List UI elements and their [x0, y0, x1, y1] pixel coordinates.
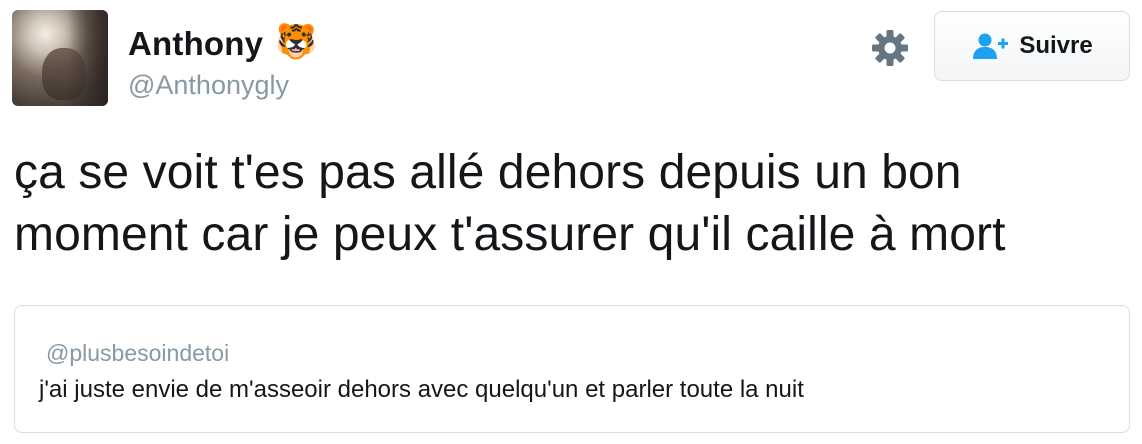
tweet-text: ça se voit t'es pas allé dehors depuis u…: [14, 146, 1006, 261]
tiger-emoji-icon: 🐯: [275, 23, 318, 61]
author-handle[interactable]: @Anthonygly: [128, 68, 289, 102]
add-user-icon: [973, 33, 1009, 59]
quoted-tweet-handle[interactable]: @plusbesoindetoi: [46, 339, 229, 367]
avatar[interactable]: [12, 10, 108, 106]
author-name-row: Anthony 🐯: [128, 22, 319, 66]
tweet-card: Anthony 🐯 @Anthonygly Suivre ça se voit …: [0, 0, 1142, 444]
avatar-shade: [68, 10, 108, 106]
gear-icon[interactable]: [868, 26, 912, 70]
quoted-tweet-text: j'ai juste envie de m'asseoir dehors ave…: [39, 376, 804, 403]
quoted-tweet[interactable]: @plusbesoindetoi j'ai juste envie de m'a…: [14, 305, 1130, 433]
follow-button[interactable]: Suivre: [934, 11, 1130, 81]
author-display-name[interactable]: Anthony: [128, 24, 263, 64]
follow-button-label: Suivre: [1019, 32, 1093, 59]
